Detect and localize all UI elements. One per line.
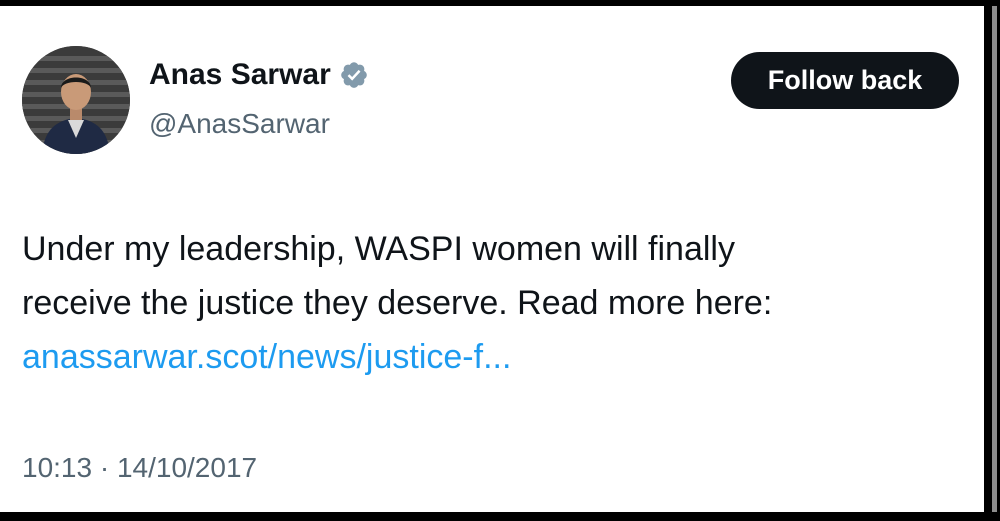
tweet-text-line-1: Under my leadership, WASPI women will fi… [22,230,735,268]
avatar-photo [22,46,130,154]
tweet-card: Anas Sarwar @AnasSarwar Follow back Unde… [0,6,984,512]
avatar[interactable] [22,46,130,154]
tweet-link[interactable]: anassarwar.scot/news/justice-f... [22,330,972,384]
tweet-text: Under my leadership, WASPI women will fi… [22,222,972,384]
tweet-text-line-2: receive the justice they deserve. Read m… [22,284,773,322]
verified-badge-icon [339,60,369,90]
scrollbar[interactable] [992,6,997,512]
follow-back-button[interactable]: Follow back [731,52,959,109]
author-name[interactable]: Anas Sarwar [149,58,369,92]
screenshot-frame: Anas Sarwar @AnasSarwar Follow back Unde… [0,0,1000,521]
tweet-timestamp[interactable]: 10:13 · 14/10/2017 [22,452,257,484]
author-handle[interactable]: @AnasSarwar [149,108,330,140]
author-name-text: Anas Sarwar [149,58,331,91]
